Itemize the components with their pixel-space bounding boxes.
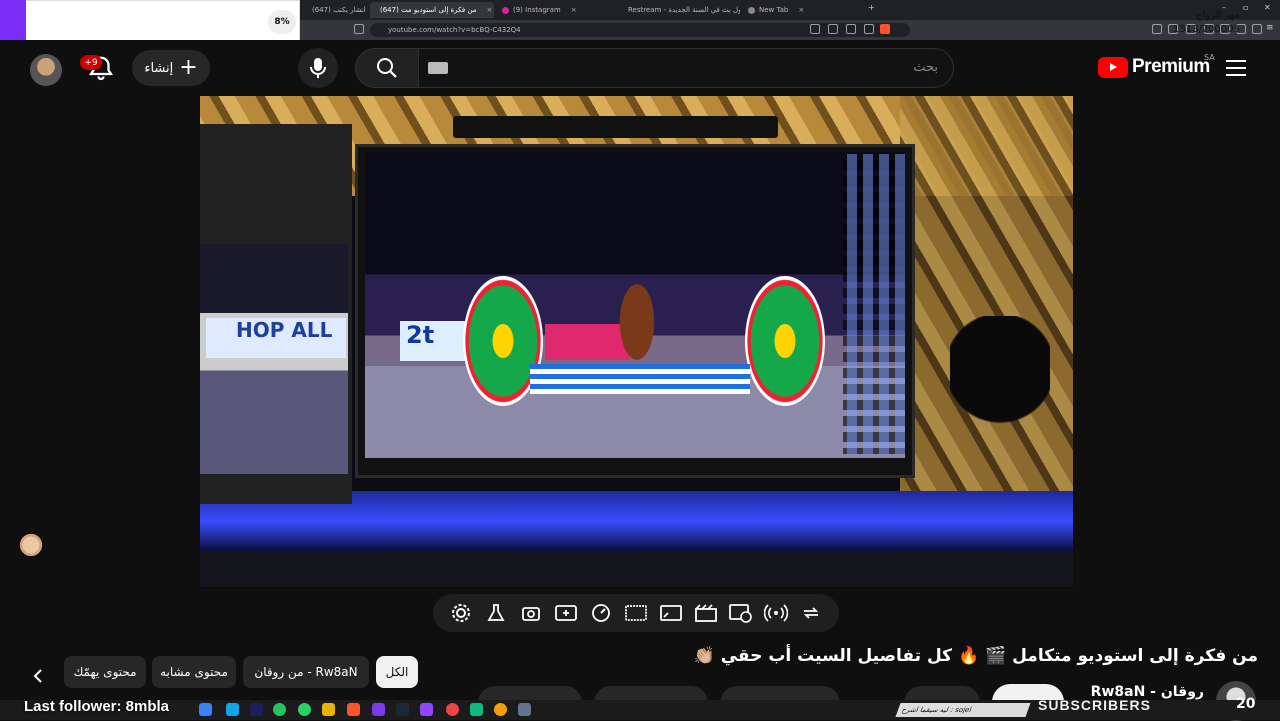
notifications-badge: +9 [80,55,102,70]
newtab-favicon-icon [748,6,755,14]
clapper-icon[interactable] [694,601,718,625]
region-code: SA [1204,53,1215,62]
chip-for-you[interactable]: محتوى يهمّك [64,656,146,688]
browser-menu-icon[interactable]: ≡ [1266,24,1276,34]
create-button[interactable]: إنشاء + [132,50,210,86]
side-banner: HOP ALL [206,318,346,358]
zoom-icon[interactable] [828,24,838,34]
donation-goal-widget [0,0,300,45]
camera-tripod [950,316,1050,576]
chip-all[interactable]: الكل [376,656,418,688]
plus-icon: + [179,55,198,80]
jump-flower-right [745,276,825,406]
search-icon [377,58,397,78]
speed-icon[interactable] [589,601,613,625]
app-icon[interactable] [494,703,507,716]
desktop-icons [843,154,905,454]
browser-tab[interactable]: New Tab × [742,2,860,18]
keyboard-icon[interactable] [428,62,448,74]
close-tab-icon[interactable]: × [487,6,493,14]
youtube-premium-logo[interactable]: Premium [1098,56,1210,78]
chat-ticker-overlay: ليه سيقما اشرح : sojel [895,703,1031,717]
steam-app-icon[interactable] [396,703,409,716]
app-icon[interactable] [518,703,531,716]
broadcast-icon[interactable] [764,601,789,625]
streamer-emoji-icon [18,532,44,558]
browser-tab[interactable]: Restream - اول بث في السنة الجديدة [618,2,740,18]
app-icon[interactable] [470,703,483,716]
horse-rider [607,256,667,366]
url-text: youtube.com/watch?v=bcBQ-C432Q4 [388,26,521,34]
instagram-favicon-icon [502,6,509,14]
flask-icon[interactable] [484,601,508,625]
enhancer-toolbar [433,594,839,632]
last-follower-overlay: Last follower: 8mbla [24,698,170,715]
account-avatar[interactable] [30,54,62,86]
search-button[interactable] [355,48,419,88]
pip-icon[interactable] [659,601,683,625]
extension-icon[interactable] [1152,24,1162,34]
desk-surface [200,551,1073,587]
explorer-app-icon[interactable] [322,703,335,716]
goal-percent: 8% [268,10,296,34]
bookmark-icon[interactable] [354,24,364,34]
close-window-icon[interactable]: ✕ [1264,3,1271,12]
premiere-app-icon[interactable] [250,703,263,716]
app-icon[interactable] [446,703,459,716]
tab-label: Restream - اول بث في السنة الجديدة [628,6,740,14]
whatsapp-app-icon[interactable] [298,703,311,716]
monitor-light-bar [453,116,778,138]
browser-tab[interactable]: (9) Instagram × [496,2,616,18]
chrome-app-icon[interactable] [273,703,286,716]
subscribers-overlay-label: SUBSCRIBERS [1038,697,1151,713]
watch-later-icon[interactable] [729,601,753,625]
subtitles-icon[interactable] [624,601,648,625]
voice-search-button[interactable] [298,48,338,88]
store-app-icon[interactable] [226,703,239,716]
tab-label: New Tab [759,6,789,14]
download-icon[interactable] [810,24,820,34]
tab-label: (647) فضيحة انشار يكتب [312,6,368,14]
goal-progress-bar [0,0,26,45]
close-tab-icon[interactable]: × [571,6,577,14]
chip-from-channel[interactable]: من روقان - Rw8aN [243,656,369,688]
side-monitor-screen [200,244,348,474]
goal-amount: 1513/20000$ [1173,24,1240,35]
maximize-icon[interactable]: ▫ [1243,3,1248,12]
mic-icon [310,58,326,78]
ai-icon[interactable] [1252,24,1262,34]
sparkle-add-icon[interactable] [554,601,578,625]
chip-related[interactable]: محتوى مشابه [152,656,236,688]
brave-app-icon[interactable] [347,703,360,716]
loop-icon[interactable] [799,601,823,625]
goal-title: مهر الزواج [1195,10,1240,21]
twitch-app-icon[interactable] [420,703,433,716]
browser-tab[interactable]: (647) فضيحة انشار يكتب [306,2,368,18]
browser-tab-active[interactable]: (647) من فكرة إلى استوديو مت × [370,2,494,18]
search-input[interactable] [418,48,954,88]
jump-rails [530,364,750,394]
create-label: إنشاء [144,60,174,76]
video-player[interactable]: HOP ALL 2t [200,96,1073,587]
chips-prev-icon[interactable] [26,664,50,688]
obs-app-icon[interactable] [372,703,385,716]
subscribers-overlay-count: 20 [1236,696,1256,712]
share-icon[interactable] [864,24,874,34]
camera-icon[interactable] [519,601,543,625]
search-placeholder: بحث [913,60,938,75]
close-tab-icon[interactable]: × [798,6,804,14]
guide-menu-icon[interactable] [1226,60,1246,76]
new-tab-button[interactable]: + [868,3,875,12]
tab-label: (9) Instagram [513,6,561,14]
video-title: من فكرة إلى استوديو متكامل 🎬 🔥 كل تفاصيل… [693,646,1258,666]
edge-app-icon[interactable] [199,703,212,716]
settings-icon[interactable] [449,601,473,625]
tab-label: (647) من فكرة إلى استوديو مت [380,6,477,14]
screenshot-icon[interactable] [846,24,856,34]
youtube-play-icon [1098,56,1128,78]
brave-shield-icon[interactable] [880,24,890,34]
logo-text: Premium [1132,56,1210,77]
